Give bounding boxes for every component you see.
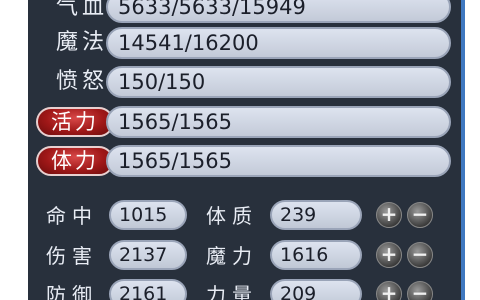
constitution-label: 体质: [206, 204, 258, 228]
stamina-bar: 1565/1565: [106, 145, 451, 177]
constitution-minus-button[interactable]: −: [407, 202, 433, 228]
defense-value: 2161: [109, 279, 187, 300]
hit-label: 命中: [46, 204, 98, 228]
magic-power-value: 1616: [270, 240, 362, 270]
strength-value: 209: [270, 279, 362, 300]
constitution-value: 239: [270, 200, 362, 230]
vitality-bar: 1565/1565: [106, 106, 451, 138]
magic-power-plus-button[interactable]: +: [376, 242, 402, 268]
magic-power-label: 魔力: [206, 244, 258, 268]
vitality-button[interactable]: 活力: [36, 107, 114, 137]
damage-label: 伤害: [46, 244, 98, 268]
magic-power-minus-button[interactable]: −: [407, 242, 433, 268]
constitution-plus-button[interactable]: +: [376, 202, 402, 228]
hp-bar: 5633/5633/15949: [106, 0, 451, 23]
defense-label: 防御: [46, 283, 98, 300]
hit-value: 1015: [109, 200, 187, 230]
stamina-button[interactable]: 体力: [36, 146, 114, 176]
character-stats-panel: 气血 5633/5633/15949 魔法 14541/16200 愤怒 150…: [28, 0, 465, 300]
strength-plus-button[interactable]: +: [376, 281, 402, 300]
strength-minus-button[interactable]: −: [407, 281, 433, 300]
strength-label: 力量: [206, 283, 258, 300]
rage-bar: 150/150: [106, 66, 451, 98]
mp-bar: 14541/16200: [106, 27, 451, 59]
damage-value: 2137: [109, 240, 187, 270]
